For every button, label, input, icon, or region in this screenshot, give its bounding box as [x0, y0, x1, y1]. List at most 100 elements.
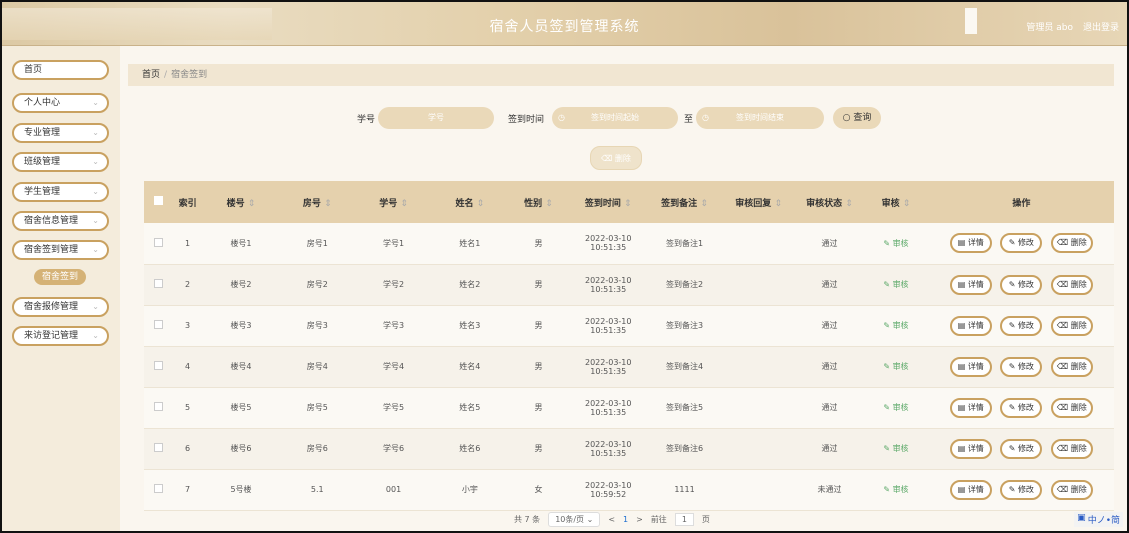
sidebar-item-dorm-info[interactable]: 宿舍信息管理 ⌄	[12, 211, 109, 231]
edit-button[interactable]: ✎ 修改	[1000, 438, 1043, 459]
header-remark[interactable]: 签到备注 ⇕	[647, 181, 722, 223]
row-checkbox[interactable]	[153, 484, 163, 493]
time-end-input[interactable]: ◷ 签到时间结束	[696, 107, 824, 129]
sort-icon[interactable]: ⇕	[700, 199, 708, 209]
sidebar-item-personal-center[interactable]: 个人中心 ⌄	[12, 93, 109, 113]
delete-button[interactable]: ⌫ 删除	[1050, 233, 1093, 254]
cell-audit[interactable]: ✎ 审核	[863, 305, 929, 347]
sort-icon[interactable]: ⇕	[477, 199, 485, 209]
sort-icon[interactable]: ⇕	[774, 199, 782, 209]
header-gender[interactable]: 性别 ⇕	[507, 181, 569, 223]
row-select-cell[interactable]	[144, 223, 173, 265]
sort-icon[interactable]: ⇕	[248, 199, 256, 209]
sidebar-item-major[interactable]: 专业管理 ⌄	[12, 123, 109, 143]
cell-student-no: 学号2	[355, 264, 432, 306]
audit-link[interactable]: ✎ 审核	[883, 485, 908, 494]
detail-button[interactable]: ▤ 详情	[949, 233, 992, 254]
time-start-placeholder: 签到时间起始	[591, 113, 639, 122]
select-all-checkbox[interactable]	[153, 196, 163, 205]
audit-link[interactable]: ✎ 审核	[883, 403, 908, 412]
sort-icon[interactable]: ⇕	[545, 199, 553, 209]
sort-icon[interactable]: ⇕	[903, 199, 911, 209]
time-start-input[interactable]: ◷ 签到时间起始	[552, 107, 678, 129]
logout-link[interactable]: 退出登录	[1083, 20, 1119, 33]
row-select-cell[interactable]	[144, 428, 173, 470]
edit-button[interactable]: ✎ 修改	[1000, 479, 1043, 500]
delete-button[interactable]: ⌫ 删除	[1050, 438, 1093, 459]
row-select-cell[interactable]	[144, 305, 173, 347]
prev-page-button[interactable]: <	[608, 515, 615, 524]
delete-button[interactable]: ⌫ 删除	[1050, 397, 1093, 418]
sidebar-item-student[interactable]: 学生管理 ⌄	[12, 182, 109, 202]
header-time[interactable]: 签到时间 ⇕	[569, 181, 648, 223]
audit-link[interactable]: ✎ 审核	[883, 239, 908, 248]
page-size-select[interactable]: 10条/页 ⌄	[548, 512, 601, 527]
ime-toolbar[interactable]: ▣ 中ノ•简	[1074, 512, 1123, 527]
sort-icon[interactable]: ⇕	[324, 199, 332, 209]
next-page-button[interactable]: >	[636, 515, 643, 524]
cell-audit[interactable]: ✎ 审核	[863, 346, 929, 388]
header-student-no[interactable]: 学号 ⇕	[355, 181, 432, 223]
audit-link[interactable]: ✎ 审核	[883, 444, 908, 453]
detail-button[interactable]: ▤ 详情	[949, 479, 992, 500]
row-checkbox[interactable]	[153, 361, 163, 370]
student-no-input[interactable]: 学号	[378, 107, 494, 129]
cell-audit[interactable]: ✎ 审核	[863, 264, 929, 306]
header-status[interactable]: 审核状态 ⇕	[795, 181, 864, 223]
sidebar-item-visitor[interactable]: 来访登记管理 ⌄	[12, 326, 109, 346]
sort-icon[interactable]: ⇕	[624, 199, 632, 209]
edit-button[interactable]: ✎ 修改	[1000, 315, 1043, 336]
delete-button[interactable]: ⌫ 删除	[1050, 274, 1093, 295]
sidebar-item-dorm-repair[interactable]: 宿舍报修管理 ⌄	[12, 297, 109, 317]
select-all-cell[interactable]	[144, 181, 173, 223]
header-name[interactable]: 姓名 ⇕	[431, 181, 508, 223]
delete-button[interactable]: ⌫ 删除	[1050, 315, 1093, 336]
row-select-cell[interactable]	[144, 387, 173, 429]
sort-icon[interactable]: ⇕	[400, 199, 408, 209]
search-icon: ○	[842, 113, 851, 123]
header-reply[interactable]: 审核回复 ⇕	[721, 181, 796, 223]
sidebar-item-label: 个人中心	[24, 98, 61, 108]
row-checkbox[interactable]	[153, 443, 163, 452]
header-audit[interactable]: 审核 ⇕	[863, 181, 929, 223]
goto-input[interactable]: 1	[674, 513, 694, 526]
query-button[interactable]: ○ 查询	[833, 107, 881, 129]
audit-link[interactable]: ✎ 审核	[883, 280, 908, 289]
detail-button[interactable]: ▤ 详情	[949, 438, 992, 459]
delete-button[interactable]: ⌫ 删除	[1050, 479, 1093, 500]
edit-button[interactable]: ✎ 修改	[1000, 356, 1043, 377]
sidebar-item-dorm-checkin[interactable]: 宿舍签到管理 ⌄	[12, 240, 109, 260]
row-select-cell[interactable]	[144, 469, 173, 511]
page-number[interactable]: 1	[623, 515, 628, 524]
edit-button[interactable]: ✎ 修改	[1000, 397, 1043, 418]
audit-link[interactable]: ✎ 审核	[883, 362, 908, 371]
cell-audit[interactable]: ✎ 审核	[863, 469, 929, 511]
breadcrumb-home[interactable]: 首页	[142, 70, 160, 80]
sort-icon[interactable]: ⇕	[845, 199, 853, 209]
row-checkbox[interactable]	[153, 237, 163, 247]
row-checkbox[interactable]	[153, 279, 163, 288]
sidebar-subitem-dorm-checkin[interactable]: 宿舍签到	[34, 269, 86, 285]
row-select-cell[interactable]	[144, 346, 173, 388]
row-checkbox[interactable]	[153, 402, 163, 411]
detail-button[interactable]: ▤ 详情	[949, 274, 992, 295]
batch-delete-button[interactable]: ⌫ 删除	[590, 146, 642, 170]
detail-button[interactable]: ▤ 详情	[949, 397, 992, 418]
cell-audit[interactable]: ✎ 审核	[863, 428, 929, 470]
sidebar-item-home[interactable]: 首页	[12, 60, 109, 80]
header-building[interactable]: 楼号 ⇕	[202, 181, 280, 223]
edit-button[interactable]: ✎ 修改	[1000, 274, 1043, 295]
row-checkbox[interactable]	[153, 320, 163, 329]
audit-link[interactable]: ✎ 审核	[883, 321, 908, 330]
cell-audit[interactable]: ✎ 审核	[863, 223, 929, 265]
sidebar-item-class[interactable]: 班级管理 ⌄	[12, 152, 109, 172]
header-room[interactable]: 房号 ⇕	[279, 181, 356, 223]
detail-button[interactable]: ▤ 详情	[949, 356, 992, 377]
clock-icon: ◷	[702, 113, 709, 122]
detail-button[interactable]: ▤ 详情	[949, 315, 992, 336]
student-no-label: 学号	[357, 115, 376, 125]
delete-button[interactable]: ⌫ 删除	[1050, 356, 1093, 377]
row-select-cell[interactable]	[144, 264, 173, 306]
cell-audit[interactable]: ✎ 审核	[863, 387, 929, 429]
edit-button[interactable]: ✎ 修改	[1000, 233, 1043, 254]
